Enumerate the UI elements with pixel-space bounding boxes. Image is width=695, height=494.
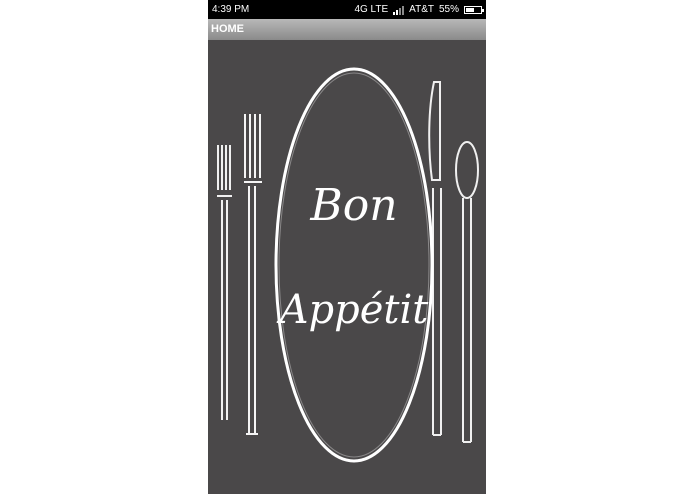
- status-time: 4:39 PM: [212, 4, 250, 15]
- page-title: HOME: [211, 23, 244, 35]
- fork-icon: [217, 145, 232, 420]
- battery-icon: [464, 5, 484, 14]
- plate-icon: [274, 67, 434, 463]
- signal-strength-icon: [393, 5, 405, 15]
- hero-title-line1: Bon: [309, 180, 397, 231]
- spoon-icon: [455, 141, 479, 443]
- status-indicators: 4G LTE AT&T 55%: [354, 0, 484, 19]
- fork-icon: [244, 114, 262, 435]
- network-type: 4G LTE: [354, 4, 389, 15]
- hero-title-line2: Appétit: [276, 287, 430, 333]
- status-bar: 4:39 PM 4G LTE AT&T 55%: [208, 0, 486, 19]
- carrier-name: AT&T: [409, 4, 434, 15]
- header-bar: HOME: [208, 19, 486, 40]
- app-screen: 4:39 PM 4G LTE AT&T 55% HOME Bon Appétit: [208, 0, 486, 494]
- bon-appetit-illustration: Bon Appétit: [208, 40, 486, 494]
- battery-percent: 55%: [438, 4, 459, 15]
